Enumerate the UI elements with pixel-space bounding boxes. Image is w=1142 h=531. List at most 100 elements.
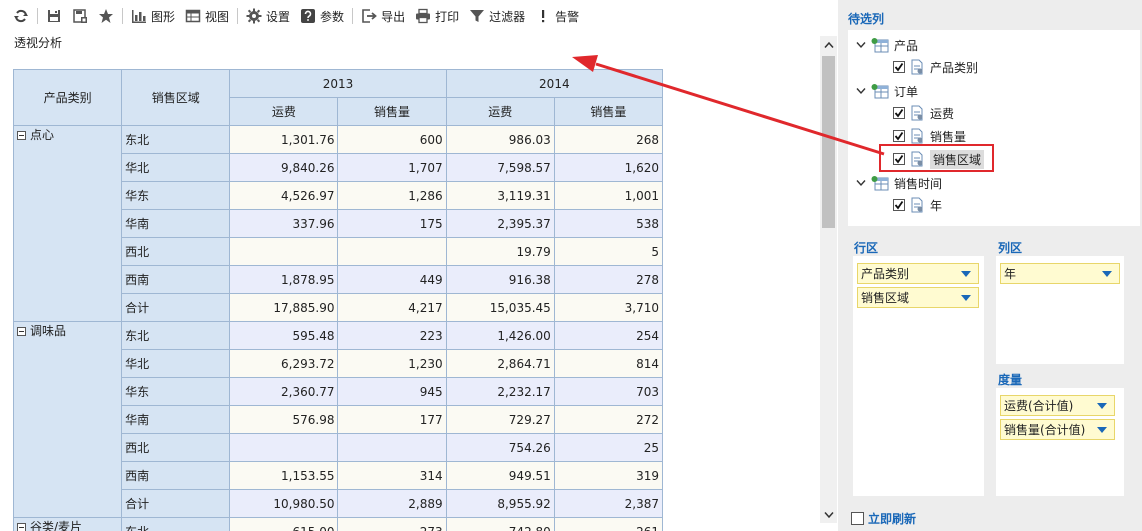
expand-chevron-icon[interactable] xyxy=(856,87,866,95)
value-cell[interactable]: 19.79 xyxy=(445,237,555,266)
value-cell[interactable]: 576.98 xyxy=(229,405,339,434)
settings-button[interactable]: 设置 xyxy=(241,4,295,28)
value-cell[interactable]: 2,387 xyxy=(553,489,664,518)
value-cell[interactable]: 10,980.50 xyxy=(229,489,339,518)
row-field-product-category[interactable]: 产品类别 xyxy=(857,263,979,284)
region-cell[interactable]: 西南 xyxy=(121,265,231,294)
value-cell[interactable]: 1,707 xyxy=(337,153,447,182)
value-cell[interactable]: 272 xyxy=(553,405,664,434)
dropdown-arrow-icon[interactable] xyxy=(1102,271,1112,277)
region-cell[interactable]: 西北 xyxy=(121,237,231,266)
header-measure-freight-2014[interactable]: 运费 xyxy=(445,97,555,126)
value-cell[interactable]: 916.38 xyxy=(445,265,555,294)
auto-refresh-toggle[interactable]: 立即刷新 xyxy=(851,510,916,527)
value-cell[interactable]: 595.48 xyxy=(229,321,339,350)
header-measure-sales-qty-2013[interactable]: 销售量 xyxy=(337,97,447,126)
column-field-year[interactable]: 年 xyxy=(1000,263,1120,284)
value-cell[interactable]: 6,293.72 xyxy=(229,349,339,378)
value-cell[interactable]: 15,035.45 xyxy=(445,293,555,322)
measure-freight-sum[interactable]: 运费(合计值) xyxy=(1000,395,1115,416)
region-cell[interactable]: 华南 xyxy=(121,209,231,238)
value-cell[interactable]: 337.96 xyxy=(229,209,339,238)
view-button[interactable]: 视图 xyxy=(180,4,234,28)
dropdown-arrow-icon[interactable] xyxy=(1097,427,1107,433)
region-cell[interactable]: 东北 xyxy=(121,517,231,531)
value-cell[interactable]: 3,710 xyxy=(553,293,664,322)
value-cell[interactable] xyxy=(337,433,447,462)
value-cell[interactable]: 9,840.26 xyxy=(229,153,339,182)
tree-field-year[interactable]: 年 xyxy=(893,195,942,215)
category-cell[interactable]: 调味品 xyxy=(13,321,123,518)
tree-field-freight[interactable]: 运费 xyxy=(893,103,954,123)
value-cell[interactable]: 1,001 xyxy=(553,181,664,210)
expand-chevron-icon[interactable] xyxy=(856,41,866,49)
region-cell[interactable]: 西南 xyxy=(121,461,231,490)
region-cell[interactable]: 合计 xyxy=(121,489,231,518)
region-cell[interactable]: 东北 xyxy=(121,125,231,154)
collapse-icon[interactable] xyxy=(17,131,26,140)
value-cell[interactable]: 4,217 xyxy=(337,293,447,322)
value-cell[interactable]: 5 xyxy=(553,237,664,266)
value-cell[interactable]: 8,955.92 xyxy=(445,489,555,518)
value-cell[interactable]: 814 xyxy=(553,349,664,378)
header-measure-sales-qty-2014[interactable]: 销售量 xyxy=(553,97,664,126)
value-cell[interactable]: 1,301.76 xyxy=(229,125,339,154)
dropdown-arrow-icon[interactable] xyxy=(1097,403,1107,409)
value-cell[interactable]: 945 xyxy=(337,377,447,406)
scrollbar-thumb[interactable] xyxy=(822,56,835,228)
header-measure-freight-2013[interactable]: 运费 xyxy=(229,97,339,126)
tree-node-sales-time[interactable]: 销售时间 xyxy=(856,173,942,193)
header-year-2014[interactable]: 2014 xyxy=(445,69,664,98)
header-year-2013[interactable]: 2013 xyxy=(229,69,447,98)
value-cell[interactable]: 754.26 xyxy=(445,433,555,462)
dropdown-arrow-icon[interactable] xyxy=(961,271,971,277)
print-button[interactable]: 打印 xyxy=(410,4,464,28)
header-product-category[interactable]: 产品类别 xyxy=(13,69,123,126)
region-cell[interactable]: 合计 xyxy=(121,293,231,322)
value-cell[interactable]: 742.80 xyxy=(445,517,555,531)
measure-zone[interactable]: 运费(合计值) 销售量(合计值) xyxy=(996,388,1124,496)
value-cell[interactable]: 3,119.31 xyxy=(445,181,555,210)
value-cell[interactable]: 1,286 xyxy=(337,181,447,210)
value-cell[interactable]: 273 xyxy=(337,517,447,531)
value-cell[interactable]: 1,426.00 xyxy=(445,321,555,350)
field-checkbox-checked[interactable] xyxy=(893,61,905,73)
save-button[interactable] xyxy=(41,4,67,28)
value-cell[interactable]: 449 xyxy=(337,265,447,294)
value-cell[interactable]: 314 xyxy=(337,461,447,490)
collapse-icon[interactable] xyxy=(17,327,26,336)
value-cell[interactable]: 319 xyxy=(553,461,664,490)
value-cell[interactable]: 25 xyxy=(553,433,664,462)
value-cell[interactable]: 1,620 xyxy=(553,153,664,182)
region-cell[interactable]: 华南 xyxy=(121,405,231,434)
value-cell[interactable]: 1,153.55 xyxy=(229,461,339,490)
value-cell[interactable]: 223 xyxy=(337,321,447,350)
value-cell[interactable] xyxy=(229,237,339,266)
row-zone[interactable]: 产品类别 销售区域 xyxy=(853,256,984,496)
dropdown-arrow-icon[interactable] xyxy=(961,295,971,301)
collapse-icon[interactable] xyxy=(17,523,26,531)
value-cell[interactable]: 703 xyxy=(553,377,664,406)
region-cell[interactable]: 华东 xyxy=(121,181,231,210)
tree-node-order[interactable]: 订单 xyxy=(856,81,918,101)
value-cell[interactable]: 2,360.77 xyxy=(229,377,339,406)
value-cell[interactable]: 254 xyxy=(553,321,664,350)
value-cell[interactable]: 615.00 xyxy=(229,517,339,531)
value-cell[interactable]: 986.03 xyxy=(445,125,555,154)
tree-node-product[interactable]: 产品 xyxy=(856,35,918,55)
save-as-button[interactable] xyxy=(67,4,93,28)
value-cell[interactable]: 177 xyxy=(337,405,447,434)
header-sales-region[interactable]: 销售区域 xyxy=(121,69,231,126)
field-checkbox-checked[interactable] xyxy=(893,199,905,211)
region-cell[interactable]: 华北 xyxy=(121,153,231,182)
expand-chevron-icon[interactable] xyxy=(856,179,866,187)
value-cell[interactable]: 2,864.71 xyxy=(445,349,555,378)
value-cell[interactable]: 600 xyxy=(337,125,447,154)
value-cell[interactable]: 1,230 xyxy=(337,349,447,378)
alert-button[interactable]: 告警 xyxy=(530,4,584,28)
auto-refresh-checkbox[interactable] xyxy=(851,512,864,525)
value-cell[interactable]: 2,395.37 xyxy=(445,209,555,238)
value-cell[interactable]: 2,889 xyxy=(337,489,447,518)
favorite-button[interactable] xyxy=(93,4,119,28)
field-checkbox-checked[interactable] xyxy=(893,107,905,119)
